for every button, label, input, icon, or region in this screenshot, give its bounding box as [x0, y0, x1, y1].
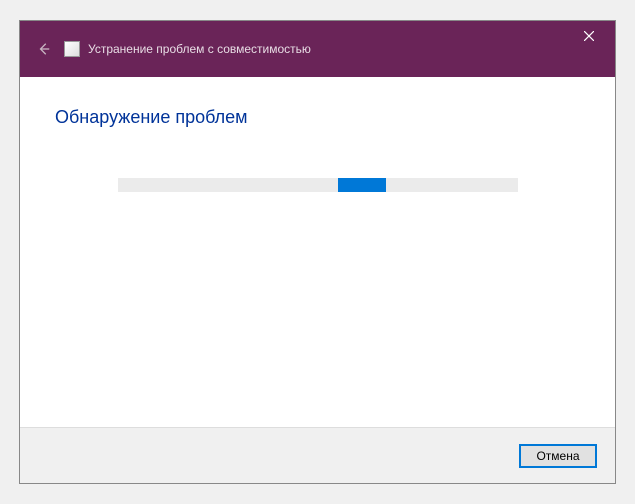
wizard-icon	[64, 41, 80, 57]
content-area: Обнаружение проблем	[20, 77, 615, 427]
page-heading: Обнаружение проблем	[55, 107, 580, 128]
progress-indicator	[338, 178, 386, 192]
cancel-button[interactable]: Отмена	[519, 444, 597, 468]
window-title: Устранение проблем с совместимостью	[88, 42, 311, 56]
back-button	[32, 37, 56, 61]
progress-bar	[118, 178, 518, 192]
close-button[interactable]	[569, 23, 609, 49]
footer: Отмена	[20, 427, 615, 483]
titlebar: Устранение проблем с совместимостью	[20, 21, 615, 77]
troubleshooter-window: Устранение проблем с совместимостью Обна…	[19, 20, 616, 484]
arrow-left-icon	[37, 42, 51, 56]
close-icon	[584, 31, 594, 41]
